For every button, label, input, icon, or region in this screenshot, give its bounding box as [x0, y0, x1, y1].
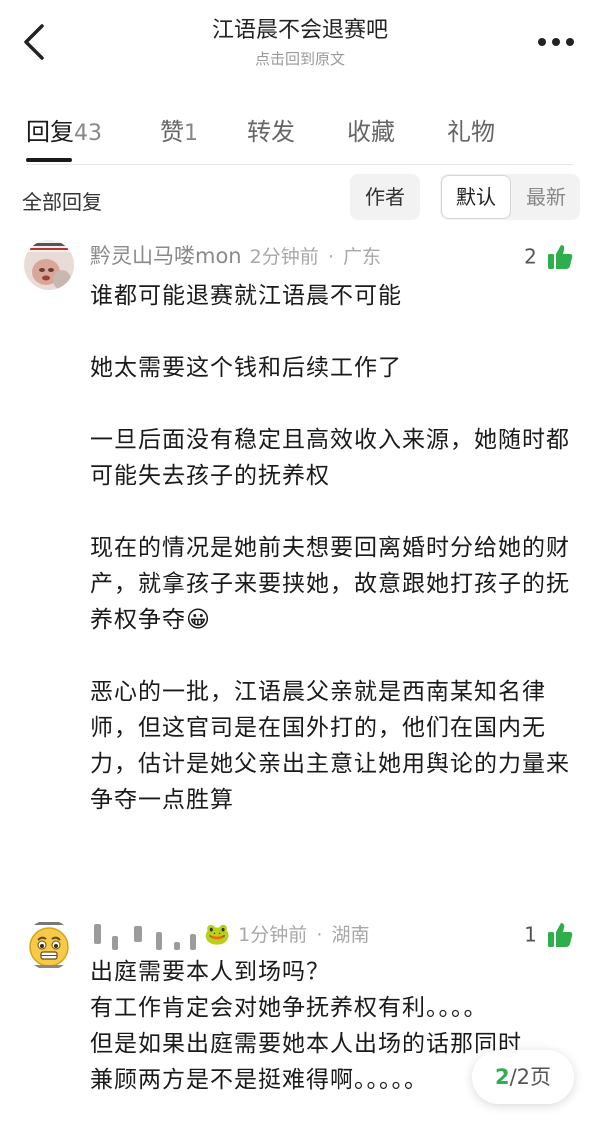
title-block[interactable]: 江语晨不会退赛吧 点击回到原文 [120, 16, 480, 70]
like-button[interactable]: 1 [524, 918, 574, 950]
author-filter-button[interactable]: 作者 [350, 174, 420, 220]
location: 湖南 [331, 924, 370, 946]
tab-label: 礼物 [447, 118, 495, 146]
like-count: 1 [524, 922, 537, 947]
location: 广东 [342, 246, 381, 268]
avatar[interactable] [24, 920, 74, 970]
divider [26, 164, 574, 165]
avatar[interactable] [24, 240, 74, 290]
page-title: 江语晨不会退赛吧 [211, 18, 388, 43]
filter-bar: 全部回复 作者 默认 最新 [0, 174, 600, 224]
user-photo-icon [24, 240, 74, 290]
tab-reposts[interactable]: 转发 [247, 112, 295, 147]
tab-likes[interactable]: 赞1 [160, 112, 198, 147]
thumbs-up-icon [548, 244, 573, 269]
comment-meta: 黔灵山马喽mon 2分钟前 · 广东 [90, 240, 381, 272]
top-bar: 江语晨不会退赛吧 点击回到原文 [0, 0, 600, 88]
thumbs-up-icon [548, 922, 573, 947]
comment-meta: 🐸 1分钟前 · 湖南 [90, 918, 370, 950]
comment-paragraph: 谁都可能退赛就江语晨不可能 [90, 283, 402, 309]
more-button[interactable] [534, 30, 578, 54]
tab-gifts[interactable]: 礼物 [447, 112, 495, 147]
name-emoji: 🐸 [204, 922, 231, 946]
like-button[interactable]: 2 [524, 240, 574, 272]
tab-count: 1 [184, 121, 198, 146]
back-button[interactable] [14, 20, 54, 64]
sort-default-button[interactable]: 默认 [441, 175, 511, 219]
active-tab-indicator [26, 158, 72, 162]
tab-label: 收藏 [347, 118, 395, 146]
back-to-original-link[interactable]: 点击回到原文 [120, 48, 480, 70]
sort-latest-button[interactable]: 最新 [512, 174, 580, 220]
separator-dot: · [316, 924, 323, 946]
timestamp: 1分钟前 [238, 924, 308, 946]
more-dots-icon [538, 38, 574, 46]
tab-count: 43 [74, 121, 102, 146]
timestamp: 2分钟前 [249, 246, 319, 268]
comment-paragraph: 恶心的一批，江语晨父亲就是西南某知名律师，但这官司是在国外打的，他们在国内无力，… [90, 679, 570, 813]
total-pages: /2页 [509, 1065, 552, 1089]
comment-paragraph: 现在的情况是她前夫想要回离婚时分给她的财产，就拿孩子来要挟她，故意跟她打孩子的抚… [90, 535, 570, 633]
tab-label: 转发 [247, 118, 295, 146]
sort-toggle: 默认 最新 [440, 174, 580, 220]
username[interactable]: 黔灵山马喽mon [90, 244, 242, 268]
obscured-username[interactable] [90, 922, 200, 952]
like-count: 2 [524, 244, 537, 269]
tab-label: 回复 [26, 118, 74, 146]
comment-paragraph: 有工作肯定会对她争抚养权有利。。。。 [90, 995, 488, 1021]
comment-paragraph: 出庭需要本人到场吗？ [90, 959, 330, 985]
comment-body: 谁都可能退赛就江语晨不可能 她太需要这个钱和后续工作了 一旦后面没有稳定且高效收… [90, 278, 582, 818]
tab-label: 赞 [160, 118, 184, 146]
tab-replies[interactable]: 回复43 [26, 112, 102, 147]
anxious-emoji-avatar-icon [24, 920, 74, 970]
chevron-left-icon [24, 24, 44, 60]
comment-paragraph: 她太需要这个钱和后续工作了 [90, 355, 402, 381]
all-replies-label: 全部回复 [22, 190, 102, 214]
current-page: 2 [494, 1065, 510, 1089]
page-indicator[interactable]: 2/2页 [472, 1050, 574, 1104]
tab-favorites[interactable]: 收藏 [347, 112, 395, 147]
comment-paragraph: 一旦后面没有稳定且高效收入来源，她随时都可能失去孩子的抚养权 [90, 427, 570, 489]
separator-dot: · [327, 246, 334, 268]
tab-bar: 回复43 赞1 转发 收藏 礼物 [0, 106, 600, 164]
